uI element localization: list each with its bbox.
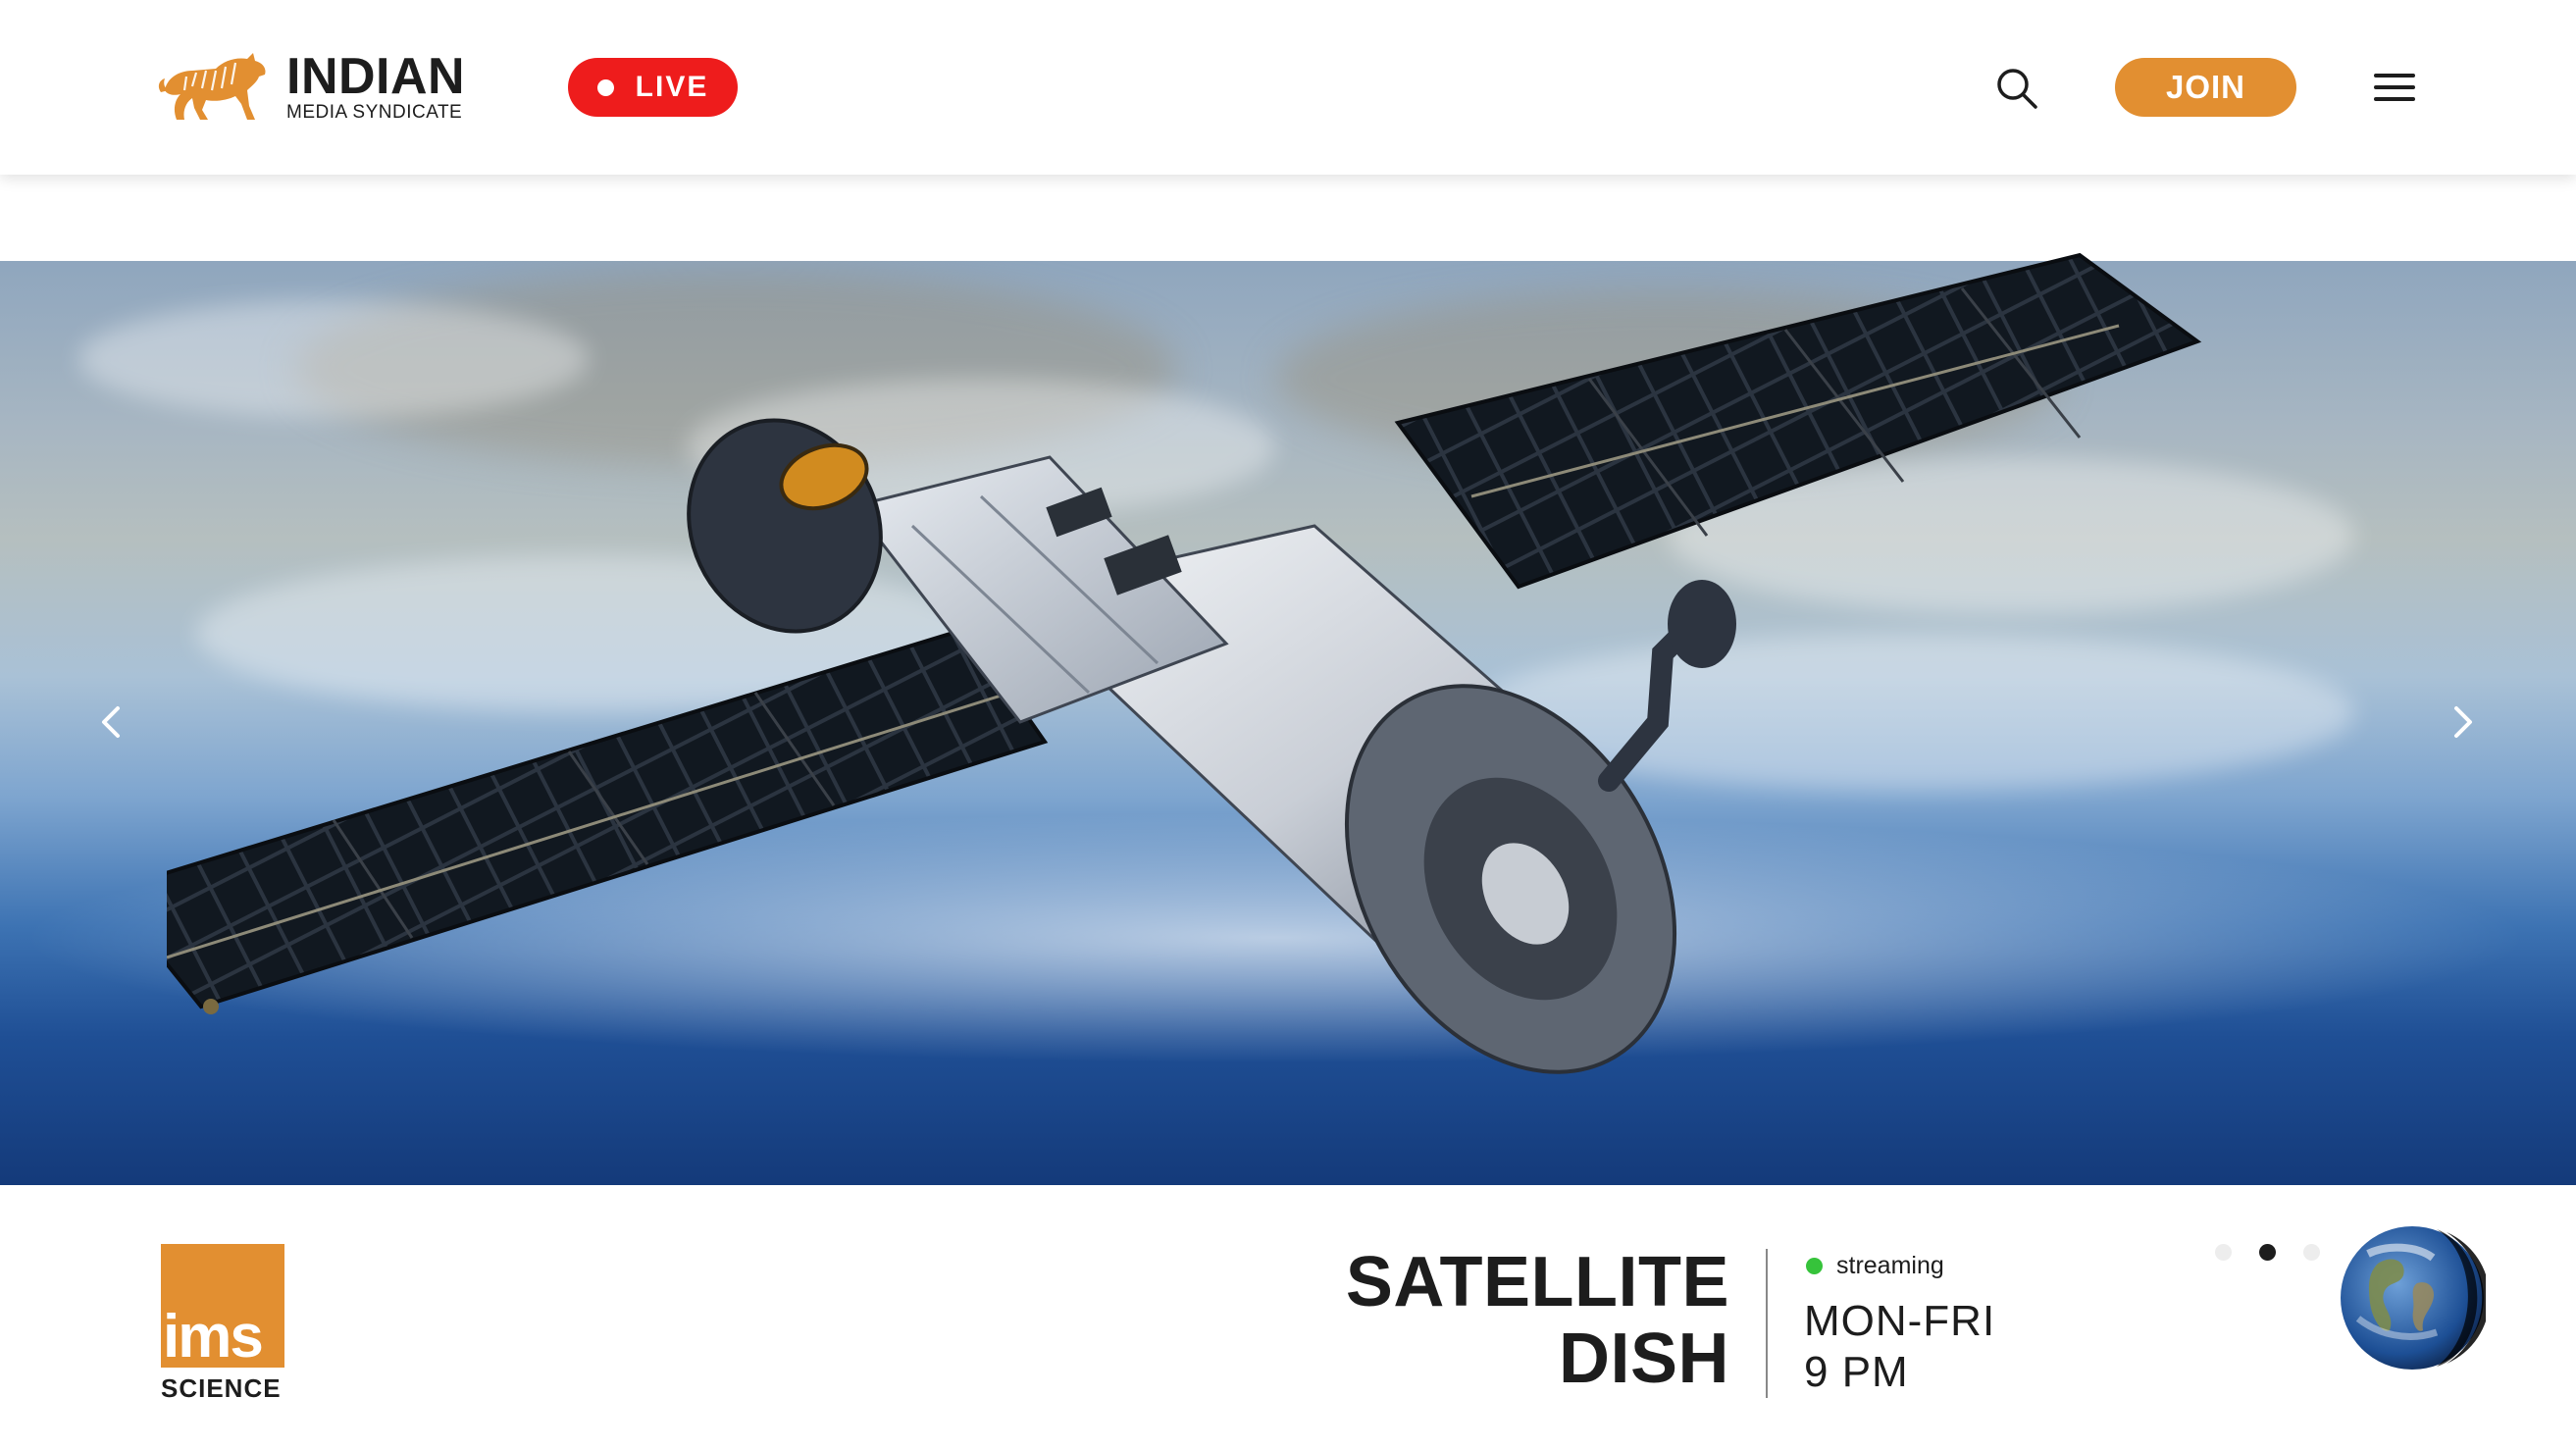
join-button-label: JOIN: [2165, 69, 2246, 105]
ims-logo-box: ims: [161, 1244, 284, 1368]
carousel-pagination: [2215, 1244, 2320, 1261]
chevron-right-icon: [2454, 706, 2472, 738]
earth-globe-icon[interactable]: [2339, 1224, 2486, 1371]
chevron-left-icon: [102, 706, 120, 738]
carousel-dot-2[interactable]: [2259, 1244, 2276, 1261]
streaming-indicator-dot: [1806, 1258, 1823, 1274]
live-indicator-dot: [596, 78, 614, 96]
live-button-label: LIVE: [635, 71, 709, 103]
streaming-status: streaming: [1806, 1252, 1944, 1280]
carousel-prev-button[interactable]: [88, 693, 131, 751]
site-logo[interactable]: INDIAN MEDIA SYNDICATE: [157, 51, 465, 126]
info-divider: [1766, 1249, 1768, 1398]
tiger-logo-icon: [158, 53, 266, 120]
logo-subtitle: MEDIA SYNDICATE: [286, 102, 463, 123]
show-title-line2: DISH: [1558, 1320, 1729, 1398]
schedule-days: MON-FRI: [1804, 1297, 1996, 1345]
site-header: INDIAN MEDIA SYNDICATE LIVE JOIN: [0, 0, 2576, 175]
carousel-dot-1[interactable]: [2215, 1244, 2232, 1261]
ims-logo-text: ims: [163, 1303, 264, 1371]
search-icon[interactable]: [1993, 65, 2040, 112]
satellite-image: [167, 252, 2202, 1074]
hamburger-menu-icon[interactable]: [2374, 71, 2415, 104]
logo-title: INDIAN: [286, 48, 466, 105]
live-button[interactable]: LIVE: [568, 58, 738, 117]
hero-carousel: [0, 252, 2576, 1185]
streaming-status-label: streaming: [1836, 1252, 1944, 1279]
show-title-line1: SATELLITE: [1345, 1243, 1729, 1321]
channel-logo[interactable]: ims SCIENCE: [161, 1244, 284, 1404]
channel-name: SCIENCE: [161, 1373, 282, 1403]
join-button[interactable]: JOIN: [2115, 58, 2296, 117]
carousel-dot-3[interactable]: [2303, 1244, 2320, 1261]
carousel-next-button[interactable]: [2443, 693, 2486, 751]
show-title: SATELLITE DISH: [1236, 1244, 1729, 1397]
schedule-time: 9 PM: [1804, 1348, 1909, 1396]
